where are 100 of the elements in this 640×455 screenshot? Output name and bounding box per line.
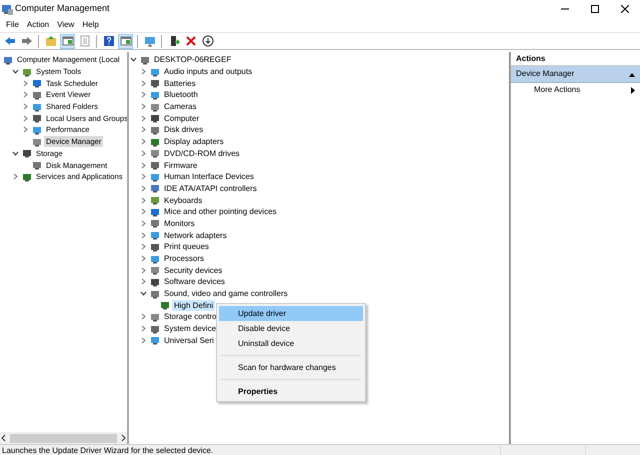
tree-item[interactable]: System device: [162, 323, 218, 334]
folder-button[interactable]: [43, 34, 58, 48]
collapse-chevron-icon[interactable]: [12, 150, 19, 157]
device-icon: [150, 206, 160, 217]
tree-item[interactable]: Network adapters: [162, 230, 229, 241]
expand-chevron-icon[interactable]: [140, 313, 147, 320]
device-icon: [150, 230, 160, 240]
expand-chevron-icon[interactable]: [140, 208, 147, 216]
collapse-triangle-icon: [629, 72, 635, 76]
scroll-right-icon[interactable]: [119, 434, 127, 442]
device-icon: [150, 288, 160, 299]
tree-item[interactable]: Display adapters: [162, 136, 226, 148]
expand-chevron-icon[interactable]: [140, 150, 147, 157]
expand-chevron-icon[interactable]: [12, 173, 19, 180]
device-icon: [160, 300, 170, 310]
tree-item[interactable]: Batteries: [162, 78, 198, 89]
status-text: Launches the Update Driver Wizard for the selected device.: [1, 445, 214, 455]
expand-chevron-icon[interactable]: [140, 103, 147, 110]
device-icon: [150, 312, 160, 322]
tree-item[interactable]: Firmware: [162, 160, 200, 171]
tree-item[interactable]: Universal Seri: [162, 334, 216, 346]
device-icon: [32, 78, 42, 88]
help-button[interactable]: [101, 34, 116, 48]
device-icon: [150, 160, 160, 170]
device-icon: [150, 242, 160, 252]
tree-item[interactable]: Bluetooth: [162, 89, 200, 100]
action-link[interactable]: More Actions: [534, 84, 580, 96]
download-button[interactable]: [200, 34, 215, 48]
collapse-chevron-icon[interactable]: [12, 68, 19, 76]
collapse-chevron-icon[interactable]: [130, 56, 137, 64]
pane-button[interactable]: [118, 34, 133, 48]
tree-item[interactable]: High Defini: [172, 300, 216, 311]
tree-item[interactable]: Processors: [162, 253, 206, 264]
device-icon: [22, 148, 32, 158]
menu-item[interactable]: Disable device: [219, 321, 363, 336]
expand-chevron-icon[interactable]: [140, 114, 147, 122]
tree-item[interactable]: IDE ATA/ATAPI controllers: [162, 182, 259, 194]
tree-item[interactable]: Keyboards: [162, 194, 204, 206]
device-icon: [150, 183, 160, 194]
device-icon: [150, 102, 160, 112]
collapse-chevron-icon[interactable]: [140, 290, 147, 298]
tree-item[interactable]: Mice and other pointing devices: [162, 206, 279, 218]
expand-chevron-icon[interactable]: [22, 91, 29, 98]
expand-chevron-icon[interactable]: [22, 126, 29, 134]
tree-item[interactable]: Human Interface Devices: [162, 171, 256, 182]
expand-chevron-icon[interactable]: [140, 184, 147, 192]
tree-item[interactable]: Audio inputs and outputs: [162, 66, 254, 78]
expand-chevron-icon[interactable]: [140, 68, 147, 76]
expand-chevron-icon[interactable]: [140, 266, 147, 274]
tree-item[interactable]: DVD/CD-ROM drives: [162, 148, 242, 159]
tree-item[interactable]: Software devices: [162, 276, 227, 288]
tree-item[interactable]: Security devices: [162, 264, 224, 276]
expand-chevron-icon[interactable]: [140, 278, 147, 286]
device-icon: [150, 195, 160, 206]
expand-chevron-icon[interactable]: [22, 114, 29, 122]
device-icon: [150, 276, 160, 287]
expand-chevron-icon[interactable]: [140, 232, 147, 239]
menu-item[interactable]: View: [53, 18, 78, 32]
expand-chevron-icon[interactable]: [140, 162, 147, 169]
menu-item[interactable]: Update driver: [219, 306, 363, 321]
device-icon: [150, 124, 160, 135]
menu-item[interactable]: Scan for hardware changes: [219, 360, 363, 375]
expand-chevron-icon[interactable]: [140, 91, 147, 98]
pane-button[interactable]: [60, 34, 75, 48]
tree-item[interactable]: Disk drives: [162, 124, 206, 136]
expand-chevron-icon[interactable]: [22, 80, 29, 87]
expand-chevron-icon[interactable]: [22, 103, 29, 110]
expand-chevron-icon[interactable]: [140, 255, 147, 262]
expand-chevron-icon[interactable]: [140, 173, 147, 180]
expand-chevron-icon[interactable]: [140, 243, 147, 250]
device-icon: [140, 54, 150, 65]
tree-item[interactable]: Computer: [162, 112, 202, 124]
menu-item[interactable]: Properties: [219, 384, 363, 399]
device-icon: [150, 172, 160, 182]
tree-item[interactable]: DESKTOP-06REGEF: [152, 54, 234, 66]
device-icon: [150, 78, 160, 88]
scroll-left-icon[interactable]: [0, 434, 8, 442]
horizontal-scrollbar[interactable]: [0, 432, 127, 444]
menu-item[interactable]: Help: [78, 18, 103, 32]
device-icon: [32, 113, 42, 124]
expand-chevron-icon[interactable]: [140, 325, 147, 332]
device-icon: [150, 265, 160, 276]
tree-item[interactable]: Sound, video and game controllers: [162, 288, 290, 300]
menu-item[interactable]: File: [2, 18, 23, 32]
tree-item[interactable]: Print queues: [162, 241, 211, 252]
expand-chevron-icon[interactable]: [140, 126, 147, 134]
tree-item[interactable]: Cameras: [162, 101, 198, 112]
menu-item[interactable]: Action: [22, 18, 54, 32]
expand-chevron-icon[interactable]: [140, 138, 147, 146]
device-icon: [32, 90, 42, 100]
expand-chevron-icon[interactable]: [140, 336, 147, 344]
expand-chevron-icon[interactable]: [140, 220, 147, 227]
section-header[interactable]: Device Manager: [511, 66, 640, 83]
tree-item[interactable]: Monitors: [162, 218, 197, 229]
device-icon: [32, 160, 42, 170]
device-icon: [150, 66, 160, 77]
menu-item[interactable]: Uninstall device: [219, 336, 363, 351]
expand-chevron-icon[interactable]: [140, 80, 147, 87]
expand-chevron-icon[interactable]: [140, 196, 147, 204]
tree-item[interactable]: Storage contro: [162, 311, 218, 322]
